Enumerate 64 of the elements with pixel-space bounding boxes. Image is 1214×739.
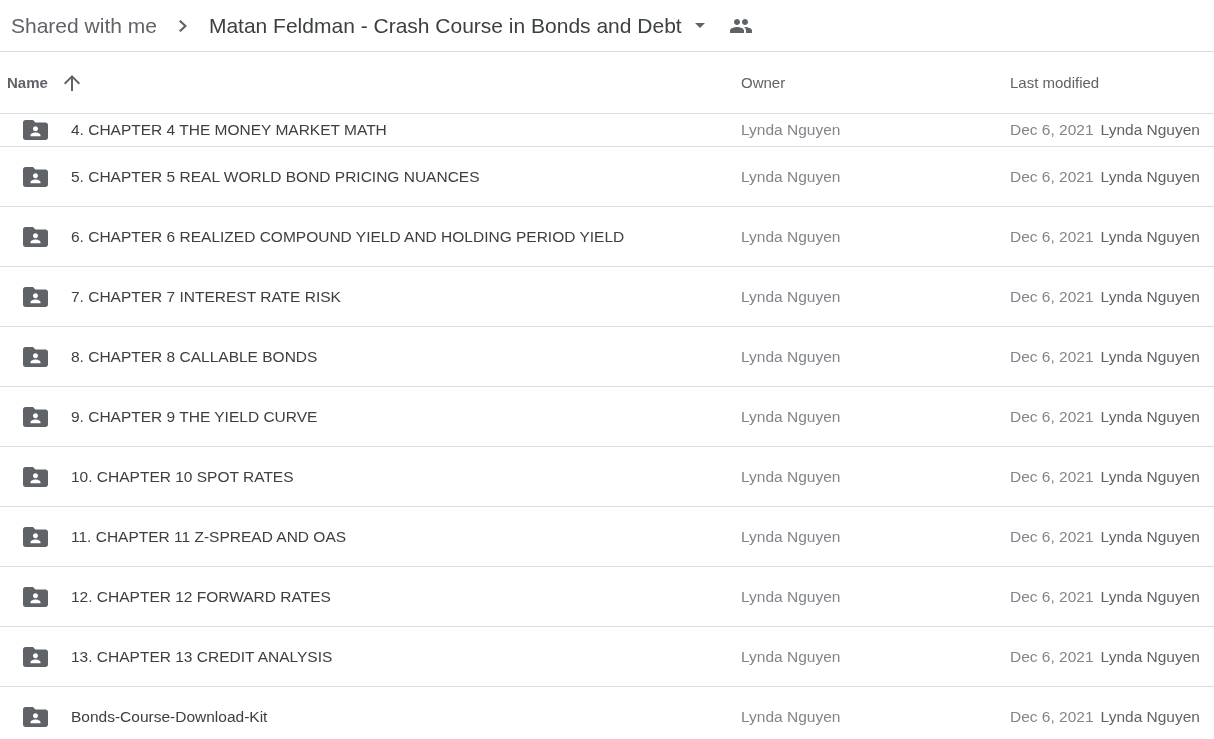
shared-folder-icon bbox=[23, 526, 48, 547]
modified-by: Lynda Nguyen bbox=[1100, 527, 1200, 546]
shared-folder-icon bbox=[23, 120, 48, 140]
shared-folder-icon bbox=[23, 226, 48, 247]
owner-name: Lynda Nguyen bbox=[741, 227, 841, 245]
folder-name[interactable]: 13. CHAPTER 13 CREDIT ANALYSIS bbox=[71, 647, 333, 666]
modified-date: Dec 6, 2021 bbox=[1010, 227, 1094, 246]
folder-name[interactable]: 12. CHAPTER 12 FORWARD RATES bbox=[71, 587, 331, 606]
modified-by: Lynda Nguyen bbox=[1100, 707, 1200, 726]
folder-name[interactable]: 6. CHAPTER 6 REALIZED COMPOUND YIELD AND HOLDING PERIOD YIELD bbox=[71, 227, 625, 246]
folder-name[interactable]: 4. CHAPTER 4 THE MONEY MARKET MATH bbox=[71, 121, 387, 139]
folder-name[interactable]: 7. CHAPTER 7 INTEREST RATE RISK bbox=[71, 287, 341, 306]
column-header[interactable]: Name bbox=[7, 74, 48, 91]
owner-name: Lynda Nguyen bbox=[741, 647, 841, 665]
modified-date: Dec 6, 2021 bbox=[1010, 527, 1094, 546]
folder-name[interactable]: Bonds-Course-Download-Kit bbox=[71, 707, 268, 726]
modified-by: Lynda Nguyen bbox=[1100, 167, 1200, 186]
owner-name: Lynda Nguyen bbox=[741, 167, 841, 185]
modified-date: Dec 6, 2021 bbox=[1010, 467, 1094, 486]
shared-folder-icon bbox=[23, 706, 48, 727]
folder-title[interactable]: Matan Feldman - Crash Course in Bonds and Debt bbox=[208, 13, 682, 38]
modified-by: Lynda Nguyen bbox=[1100, 227, 1200, 246]
owner-name: Lynda Nguyen bbox=[741, 407, 841, 425]
dropdown-caret-icon[interactable] bbox=[694, 23, 705, 28]
shared-folder-icon bbox=[23, 586, 48, 607]
modified-by: Lynda Nguyen bbox=[1100, 647, 1200, 666]
shared-folder-icon bbox=[23, 466, 48, 487]
folder-name[interactable]: 11. CHAPTER 11 Z-SPREAD AND OAS bbox=[71, 527, 347, 546]
owner-name: Lynda Nguyen bbox=[741, 121, 841, 138]
modified-date: Dec 6, 2021 bbox=[1010, 121, 1094, 139]
shared-folder-icon bbox=[23, 646, 48, 667]
owner-name: Lynda Nguyen bbox=[741, 527, 841, 545]
column-header[interactable]: Owner bbox=[741, 74, 786, 91]
modified-by: Lynda Nguyen bbox=[1100, 467, 1200, 486]
shared-folder-icon bbox=[23, 346, 48, 367]
shared-folder-icon bbox=[23, 286, 48, 307]
sort-arrow-icon[interactable] bbox=[63, 74, 80, 91]
modified-by: Lynda Nguyen bbox=[1100, 121, 1200, 139]
modified-date: Dec 6, 2021 bbox=[1010, 347, 1094, 366]
folder-name[interactable]: 10. CHAPTER 10 SPOT RATES bbox=[71, 467, 294, 486]
chevron-right-icon bbox=[178, 19, 187, 32]
folder-name[interactable]: 5. CHAPTER 5 REAL WORLD BOND PRICING NUANCES bbox=[71, 167, 480, 186]
folder-name[interactable]: 8. CHAPTER 8 CALLABLE BONDS bbox=[71, 347, 318, 366]
modified-by: Lynda Nguyen bbox=[1100, 587, 1200, 606]
modified-date: Dec 6, 2021 bbox=[1010, 647, 1094, 666]
owner-name: Lynda Nguyen bbox=[741, 587, 841, 605]
modified-date: Dec 6, 2021 bbox=[1010, 287, 1094, 306]
modified-by: Lynda Nguyen bbox=[1100, 347, 1200, 366]
breadcrumb-link[interactable]: Shared with me bbox=[11, 13, 157, 38]
modified-by: Lynda Nguyen bbox=[1100, 407, 1200, 426]
shared-folder-icon bbox=[23, 406, 48, 427]
modified-date: Dec 6, 2021 bbox=[1010, 707, 1094, 726]
shared-folder-icon bbox=[23, 166, 48, 187]
owner-name: Lynda Nguyen bbox=[741, 707, 841, 725]
modified-date: Dec 6, 2021 bbox=[1010, 587, 1094, 606]
folder-name[interactable]: 9. CHAPTER 9 THE YIELD CURVE bbox=[71, 407, 318, 426]
modified-date: Dec 6, 2021 bbox=[1010, 407, 1094, 426]
owner-name: Lynda Nguyen bbox=[741, 287, 841, 305]
owner-name: Lynda Nguyen bbox=[741, 467, 841, 485]
owner-name: Lynda Nguyen bbox=[741, 347, 841, 365]
modified-date: Dec 6, 2021 bbox=[1010, 167, 1094, 186]
people-icon[interactable] bbox=[729, 18, 752, 33]
modified-by: Lynda Nguyen bbox=[1100, 287, 1200, 306]
column-header[interactable]: Last modified bbox=[1010, 74, 1100, 91]
